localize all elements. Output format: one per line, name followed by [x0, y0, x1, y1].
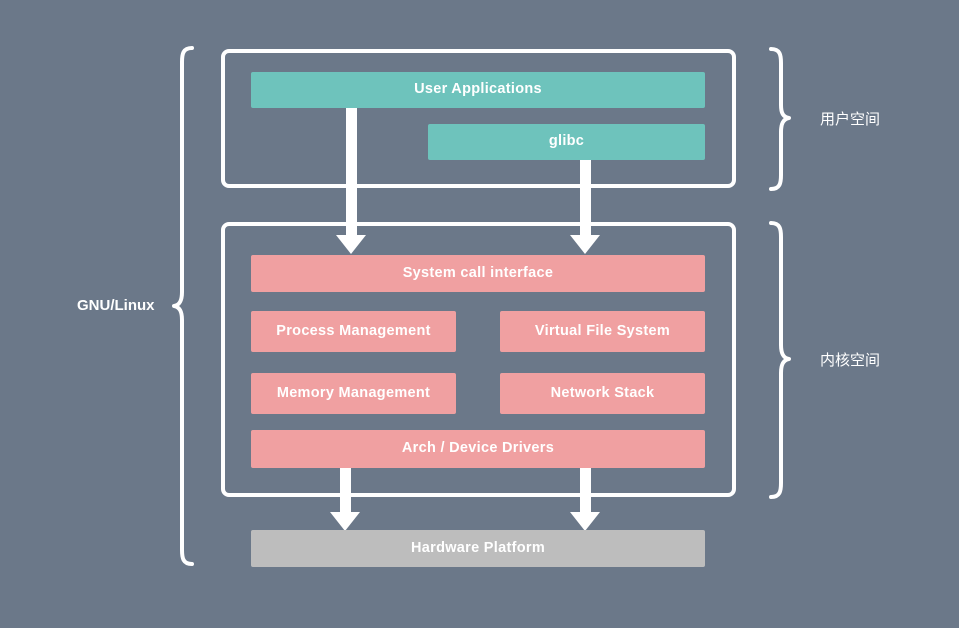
block-label: User Applications — [414, 81, 542, 98]
block-label: Network Stack — [550, 384, 655, 401]
block-arch-device-drivers[interactable]: Arch / Device Drivers — [251, 430, 705, 468]
block-label: Process Management — [276, 322, 431, 339]
gnu-linux-brace — [172, 44, 194, 568]
block-network-stack[interactable]: Network Stack — [500, 373, 705, 414]
block-label: Arch / Device Drivers — [401, 440, 555, 457]
kernel-space-brace — [769, 219, 791, 501]
block-label: Virtual File System — [534, 322, 671, 339]
block-glibc[interactable]: glibc — [428, 124, 705, 160]
block-label: System call interface — [402, 264, 554, 281]
diagram-canvas: GNU/Linux User Applications glibc 用户空间 S… — [0, 0, 959, 628]
user-space-group — [221, 49, 736, 188]
arrow-drivers-to-hardware-left — [330, 468, 360, 532]
block-user-applications[interactable]: User Applications — [251, 72, 705, 108]
gnu-linux-brace-label: GNU/Linux — [77, 297, 155, 314]
arrow-drivers-to-hardware-right — [570, 468, 600, 532]
block-hardware-platform[interactable]: Hardware Platform — [251, 530, 705, 567]
user-space-brace-label: 用户空间 — [820, 111, 881, 128]
kernel-space-brace-label: 内核空间 — [820, 352, 881, 369]
block-label: Memory Management — [276, 384, 431, 401]
block-memory-management[interactable]: Memory Management — [251, 373, 456, 414]
block-label: glibc — [548, 133, 585, 150]
block-system-call-interface[interactable]: System call interface — [251, 255, 705, 292]
user-space-brace — [769, 45, 791, 193]
block-label: Hardware Platform — [410, 539, 546, 556]
block-virtual-file-system[interactable]: Virtual File System — [500, 311, 705, 352]
block-process-management[interactable]: Process Management — [251, 311, 456, 352]
